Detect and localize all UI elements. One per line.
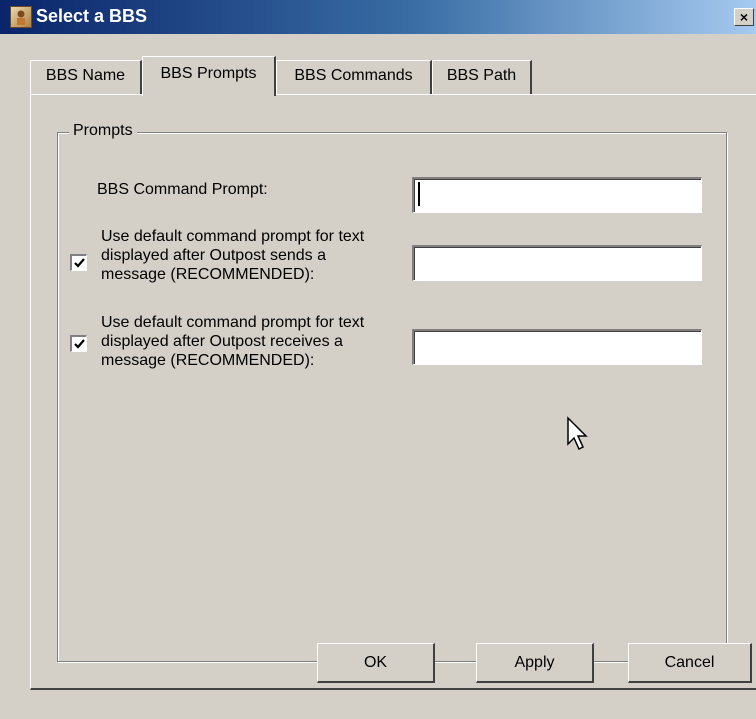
ok-button[interactable]: OK — [317, 643, 435, 683]
tab-label: BBS Name — [45, 67, 126, 84]
tab-label: BBS Commands — [294, 67, 413, 84]
prompts-group-label: Prompts — [69, 122, 137, 140]
title-bar: Select a BBS × — [0, 0, 756, 34]
after-receive-label: Use default command prompt for text disp… — [101, 313, 364, 370]
checkmark-icon — [74, 258, 85, 268]
close-button[interactable]: × — [734, 8, 754, 26]
label-line: Use default command prompt for text — [101, 228, 365, 245]
cancel-button[interactable]: Cancel — [628, 643, 752, 683]
label-line: displayed after Outpost receives a — [101, 333, 343, 350]
label-line: message (RECOMMENDED): — [101, 266, 315, 283]
after-receive-checkbox[interactable] — [70, 335, 87, 352]
label-line: message (RECOMMENDED): — [101, 352, 315, 369]
apply-button[interactable]: Apply — [476, 643, 594, 683]
command-prompt-input[interactable] — [412, 177, 702, 213]
text-caret — [418, 182, 420, 206]
tab-bbs-name[interactable]: BBS Name — [30, 60, 142, 94]
tab-label: BBS Path — [446, 67, 517, 84]
tab-label: BBS Prompts — [160, 65, 257, 82]
checkmark-icon — [74, 339, 85, 349]
app-icon — [10, 6, 32, 28]
mouse-pointer-icon — [567, 416, 588, 451]
apply-button-label: Apply — [514, 654, 555, 671]
after-send-input[interactable] — [412, 245, 702, 281]
close-icon: × — [739, 9, 749, 25]
tab-bbs-commands[interactable]: BBS Commands — [276, 60, 432, 94]
after-receive-input[interactable] — [412, 329, 702, 365]
after-send-label: Use default command prompt for text disp… — [101, 227, 364, 284]
label-line: Use default command prompt for text — [101, 314, 365, 331]
tab-bbs-path[interactable]: BBS Path — [432, 60, 532, 94]
tab-bbs-prompts[interactable]: BBS Prompts — [142, 56, 276, 96]
cancel-button-label: Cancel — [664, 654, 715, 671]
label-line: displayed after Outpost sends a — [101, 247, 327, 264]
command-prompt-label: BBS Command Prompt: — [97, 181, 268, 198]
ok-button-label: OK — [363, 654, 388, 671]
window-title: Select a BBS — [36, 6, 148, 26]
after-send-checkbox[interactable] — [70, 254, 87, 271]
